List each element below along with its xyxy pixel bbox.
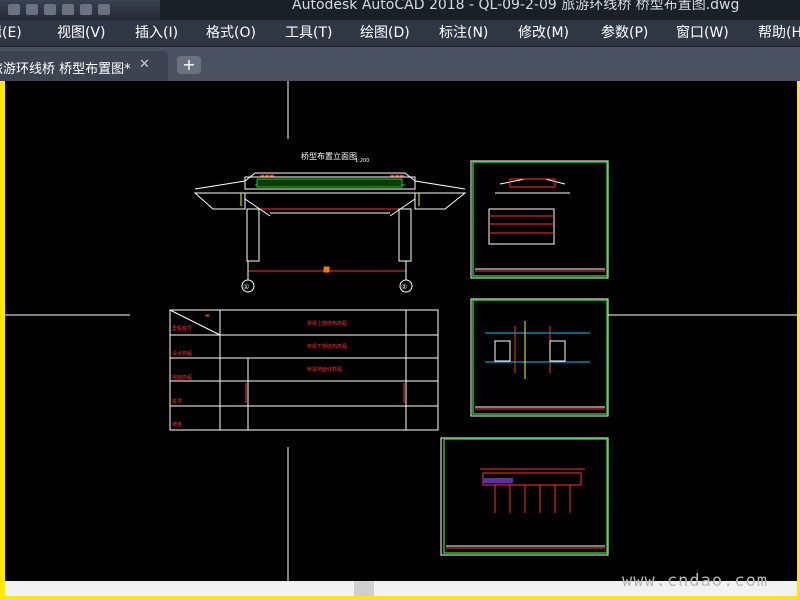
save-icon[interactable]: [44, 4, 56, 15]
elevation-scale: 1:200: [355, 158, 369, 164]
new-icon[interactable]: [8, 4, 20, 15]
menu-dimension[interactable]: 标注(N): [439, 24, 488, 42]
new-tab-plus-icon[interactable]: +: [177, 56, 201, 74]
menu-help[interactable]: 帮助(H): [758, 24, 800, 42]
scrollbar-thumb[interactable]: [354, 581, 374, 596]
svg-text:▬▬▬: ▬▬▬: [260, 173, 274, 179]
svg-text:▬▬▬: ▬▬▬: [390, 173, 404, 179]
open-icon[interactable]: [26, 4, 38, 15]
table-band-note: 桥梁下部结构高程: [307, 343, 347, 350]
tab-label: 旅游环线桥 桥型布置图*: [0, 62, 131, 77]
autocad-window: Autodesk AutoCAD 2018 - QL-09-2-09 旅游环线桥…: [0, 0, 800, 600]
table-row-label: 桩号: [172, 398, 182, 405]
menu-edit[interactable]: 编辑(E): [0, 24, 22, 42]
menu-insert[interactable]: 插入(I): [135, 24, 178, 42]
svg-text:▬: ▬: [205, 313, 210, 319]
layout-sheet-2[interactable]: [470, 298, 609, 417]
table-row-label: 里程桩号: [172, 325, 192, 332]
table-row-label: 设计高程: [172, 350, 192, 357]
menu-view[interactable]: 视图(V): [57, 24, 106, 42]
close-icon[interactable]: ✕: [139, 57, 150, 72]
menu-tools[interactable]: 工具(T): [285, 24, 332, 42]
table-band-note: 桥梁地面线高程: [307, 366, 342, 373]
layout-sheet-3[interactable]: [440, 437, 609, 556]
drawing-canvas[interactable]: 桥型布置立面图 1:200 ① ② ▬▬▬ ▬▬▬ ▬ 设计高程 地面高程 桩号…: [5, 81, 797, 581]
table-row-label: 地面高程: [172, 374, 192, 381]
title-bar: Autodesk AutoCAD 2018 - QL-09-2-09 旅游环线桥…: [0, 0, 800, 20]
site-watermark: www.cndao.com: [622, 571, 769, 591]
file-tab-bar: 旅游环线桥 桥型布置图* ✕ +: [0, 47, 800, 81]
tab-active-drawing[interactable]: 旅游环线桥 桥型布置图* ✕: [0, 51, 168, 81]
menu-modify[interactable]: 修改(M): [518, 24, 569, 42]
menu-parametric[interactable]: 参数(P): [601, 24, 648, 42]
axis-label-right: ②: [401, 283, 407, 291]
menu-window[interactable]: 窗口(W): [676, 24, 729, 42]
model-space: 桥型布置立面图 1:200 ① ② ▬▬▬ ▬▬▬ ▬ 设计高程 地面高程 桩号…: [5, 81, 797, 581]
redo-icon[interactable]: [80, 4, 92, 15]
undo-icon[interactable]: [62, 4, 74, 15]
share-icon[interactable]: [98, 4, 110, 15]
table-band-note: 桥梁上部结构高程: [307, 320, 347, 327]
axis-label-left: ①: [243, 283, 249, 291]
table-row-label: 坡度: [172, 421, 182, 428]
elevation-title: 桥型布置立面图: [301, 151, 357, 161]
quick-access-toolbar: [0, 0, 160, 20]
window-title: Autodesk AutoCAD 2018 - QL-09-2-09 旅游环线桥…: [292, 0, 740, 13]
menu-format[interactable]: 格式(O): [206, 24, 256, 42]
layout-sheet-1[interactable]: [470, 160, 609, 279]
menu-draw[interactable]: 绘图(D): [360, 24, 410, 42]
menu-bar: 编辑(E) 视图(V) 插入(I) 格式(O) 工具(T) 绘图(D) 标注(N…: [0, 20, 800, 47]
